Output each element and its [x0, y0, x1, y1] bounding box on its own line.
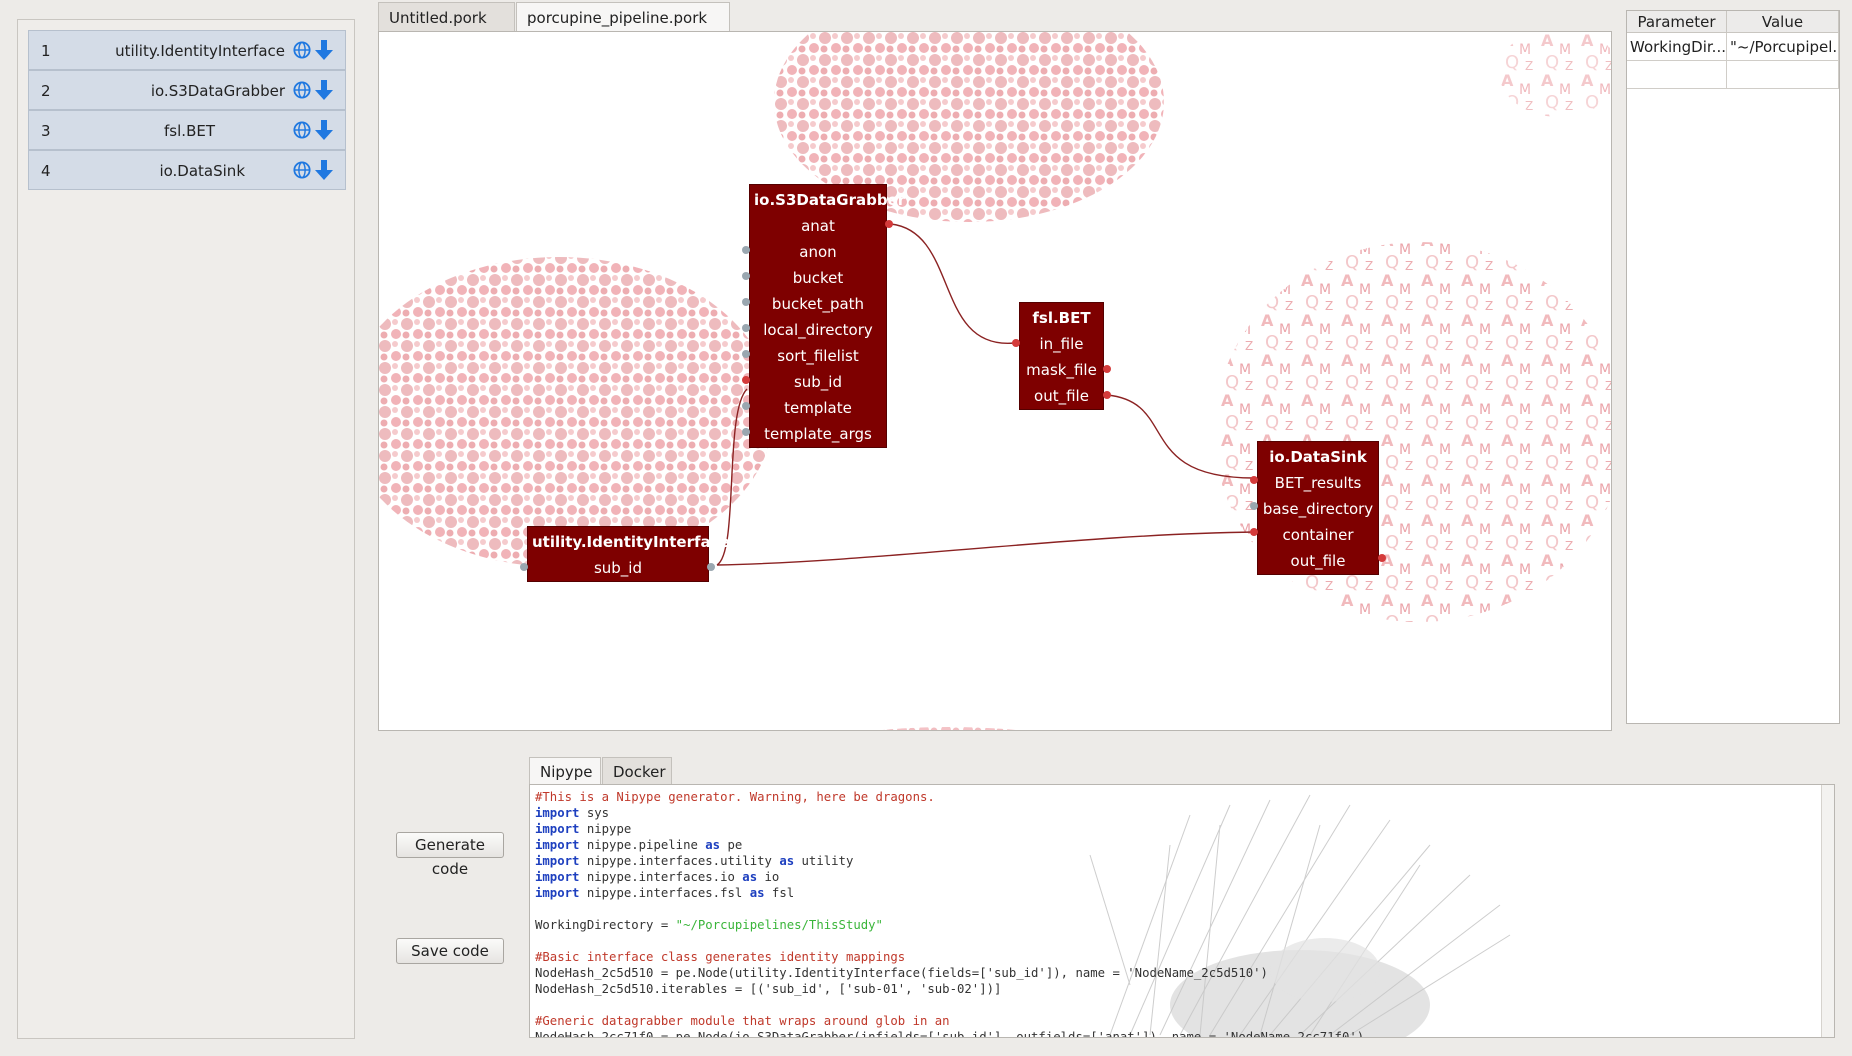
port-local-directory[interactable]: local_directory	[750, 317, 886, 343]
code-keyword: as	[749, 886, 765, 900]
node-title: fsl.BET	[1032, 309, 1091, 327]
code-text: #This is a Nipype generator. Warning, he…	[535, 789, 1365, 1038]
code-keyword: import	[535, 870, 580, 884]
tab-untitled[interactable]: Untitled.pork✖	[378, 2, 515, 45]
code-line: io	[757, 870, 780, 884]
code-keyword: as	[705, 838, 721, 852]
code-line: pe	[720, 838, 743, 852]
code-keyword: import	[535, 854, 580, 868]
port-sub-id[interactable]: sub_id	[528, 555, 708, 581]
table-cell-value[interactable]: "~/Porcupipel...	[1727, 33, 1839, 61]
code-line: sys	[579, 806, 610, 820]
port-in-file[interactable]: in_file	[1020, 331, 1103, 357]
port-anon[interactable]: anon	[750, 239, 886, 265]
code-line: NodeHash_2cc71f0 = pe.Node(io.S3DataGrab…	[535, 1030, 1365, 1038]
code-editor[interactable]: #This is a Nipype generator. Warning, he…	[529, 784, 1835, 1038]
code-line: #Generic datagrabber module that wraps a…	[535, 1014, 950, 1028]
port-sub-id[interactable]: sub_id	[750, 369, 886, 395]
connection-anat-infile	[890, 223, 1015, 344]
pink-blob-decoration	[379, 257, 774, 567]
port-out-file[interactable]: out_file	[1020, 383, 1103, 409]
code-keyword: as	[779, 854, 795, 868]
column-header-parameter[interactable]: Parameter	[1627, 11, 1727, 33]
save-code-button[interactable]: Save code	[396, 938, 504, 964]
globe-icon[interactable]	[293, 41, 311, 59]
code-line: nipype	[579, 822, 632, 836]
generate-code-button[interactable]: Generate code	[396, 832, 504, 878]
canvas-background: A M Q Z	[379, 32, 1611, 730]
node-name: utility.IdentityInterface	[115, 42, 285, 60]
node-list-panel: 1 utility.IdentityInterface 2 io.S3DataG…	[17, 19, 355, 1039]
tab-nipype[interactable]: Nipype	[529, 757, 601, 785]
graph-node-fsl-bet[interactable]: fsl.BET in_file mask_file out_file	[1019, 302, 1104, 410]
node-name: io.S3DataGrabber	[150, 82, 285, 100]
node-name: fsl.BET	[164, 122, 215, 140]
code-line: WorkingDirectory =	[535, 918, 676, 932]
graph-node-datasink[interactable]: io.DataSink BET_results base_directory c…	[1257, 441, 1379, 575]
code-line: nipype.interfaces.fsl	[579, 886, 750, 900]
port-mask-file[interactable]: mask_file	[1020, 357, 1103, 383]
table-cell-parameter[interactable]: WorkingDir...	[1627, 33, 1727, 61]
code-keyword: import	[535, 806, 580, 820]
code-keyword: import	[535, 886, 580, 900]
pipeline-canvas[interactable]: A M Q Z io.S3DataGrabber anat anon bucke…	[378, 31, 1612, 731]
code-keyword: as	[742, 870, 758, 884]
port-container[interactable]: container	[1258, 522, 1378, 548]
code-line: fsl	[764, 886, 795, 900]
parameter-table: Parameter Value WorkingDir... "~/Porcupi…	[1626, 10, 1840, 724]
port-anat[interactable]: anat	[750, 213, 886, 239]
node-number: 3	[41, 122, 51, 140]
download-arrow-icon[interactable]	[315, 160, 333, 180]
graph-node-s3datagrabber[interactable]: io.S3DataGrabber anat anon bucket bucket…	[749, 184, 906, 448]
tab-porcupine-pipeline[interactable]: porcupine_pipeline.pork✖	[516, 2, 730, 45]
globe-icon[interactable]	[293, 121, 311, 139]
connection-subid-container	[716, 531, 1256, 566]
code-line: #This is a Nipype generator. Warning, he…	[535, 790, 935, 804]
tab-label: Untitled.pork	[389, 9, 487, 27]
port-out-file[interactable]: out_file	[1258, 548, 1378, 574]
port-template-args[interactable]: template_args	[750, 421, 886, 447]
port-template[interactable]: template	[750, 395, 886, 421]
code-line: NodeHash_2c5d510.iterables = [('sub_id',…	[535, 982, 1002, 996]
pink-blob-decoration	[882, 727, 1016, 730]
code-string: "~/Porcupipelines/ThisStudy"	[675, 918, 883, 932]
code-line: nipype.interfaces.io	[579, 870, 743, 884]
node-name: io.DataSink	[159, 162, 245, 180]
node-number: 2	[41, 82, 51, 100]
node-title: io.DataSink	[1269, 448, 1367, 466]
download-arrow-icon[interactable]	[315, 40, 333, 60]
code-scrollbar[interactable]	[1821, 785, 1834, 1037]
code-line: #Basic interface class generates identit…	[535, 950, 906, 964]
globe-icon[interactable]	[293, 81, 311, 99]
table-cell-value[interactable]	[1727, 61, 1839, 89]
node-number: 1	[41, 42, 51, 60]
code-line: utility	[794, 854, 854, 868]
code-keyword: import	[535, 838, 580, 852]
table-cell-parameter[interactable]	[1627, 61, 1727, 89]
code-keyword: import	[535, 822, 580, 836]
node-list-item[interactable]: 1 utility.IdentityInterface	[28, 30, 346, 70]
port-sort-filelist[interactable]: sort_filelist	[750, 343, 886, 369]
code-line: nipype.pipeline	[579, 838, 706, 852]
letter-blob-decoration	[1499, 32, 1611, 117]
globe-icon[interactable]	[293, 161, 311, 179]
code-line: nipype.interfaces.utility	[579, 854, 780, 868]
graph-node-identityinterface[interactable]: utility.IdentityInterface sub_id	[527, 526, 730, 582]
port-base-directory[interactable]: base_directory	[1258, 496, 1378, 522]
node-list-item[interactable]: 4 io.DataSink	[28, 150, 346, 190]
tab-label: porcupine_pipeline.pork	[527, 9, 708, 27]
download-arrow-icon[interactable]	[315, 80, 333, 100]
column-header-value[interactable]: Value	[1727, 11, 1839, 33]
tab-docker[interactable]: Docker	[602, 757, 672, 785]
node-number: 4	[41, 162, 51, 180]
port-bet-results[interactable]: BET_results	[1258, 470, 1378, 496]
node-list-item[interactable]: 2 io.S3DataGrabber	[28, 70, 346, 110]
port-bucket[interactable]: bucket	[750, 265, 886, 291]
node-title: io.S3DataGrabber	[754, 191, 906, 209]
code-line: NodeHash_2c5d510 = pe.Node(utility.Ident…	[535, 966, 1268, 980]
node-title: utility.IdentityInterface	[532, 533, 730, 551]
port-bucket-path[interactable]: bucket_path	[750, 291, 886, 317]
download-arrow-icon[interactable]	[315, 120, 333, 140]
node-list-item[interactable]: 3 fsl.BET	[28, 110, 346, 150]
